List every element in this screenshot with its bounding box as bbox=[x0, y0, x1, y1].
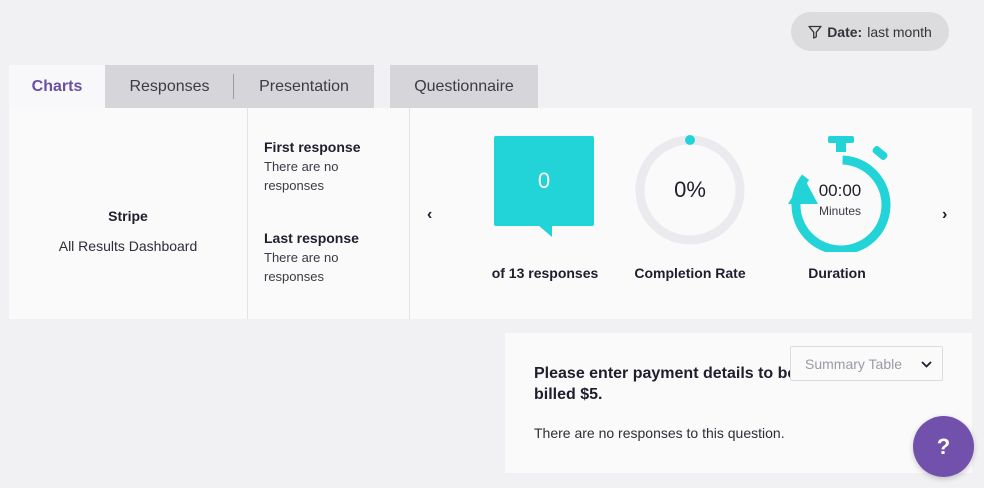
first-response: First response There are no responses bbox=[264, 139, 394, 195]
response-count-value: 0 bbox=[537, 168, 551, 193]
stats-panel: ‹ 0 of 13 responses 0% Completion Rate 0… bbox=[410, 108, 972, 319]
completion-rate-value: 0% bbox=[674, 177, 706, 202]
completion-rate-ring: 0% bbox=[634, 134, 746, 246]
response-dates: First response There are no responses La… bbox=[249, 108, 410, 319]
tab-responses[interactable]: Responses bbox=[105, 65, 234, 108]
completion-rate-label: Completion Rate bbox=[634, 265, 746, 281]
filter-icon bbox=[808, 25, 822, 39]
duration-label: Duration bbox=[808, 265, 866, 281]
date-filter-button[interactable]: Date: last month bbox=[791, 12, 949, 51]
view-type-value: Summary Table bbox=[805, 355, 903, 372]
help-button[interactable]: ? bbox=[913, 416, 974, 477]
duration-unit: Minutes bbox=[818, 204, 862, 218]
prev-arrow-button[interactable]: ‹ bbox=[427, 206, 432, 224]
date-filter-label: Date: bbox=[827, 23, 863, 40]
last-response-text: There are no responses bbox=[264, 250, 339, 284]
survey-subtitle: All Results Dashboard bbox=[58, 238, 198, 254]
stopwatch-icon: 00:00 Minutes bbox=[780, 134, 895, 255]
question-empty-text: There are no responses to this question. bbox=[534, 425, 785, 441]
response-count-bubble: 0 bbox=[494, 136, 594, 226]
tab-presentation[interactable]: Presentation bbox=[234, 65, 374, 108]
bubble-tail bbox=[538, 225, 552, 237]
first-response-text: There are no responses bbox=[264, 159, 339, 193]
question-card: Please enter payment details to be bille… bbox=[505, 333, 972, 473]
question-title: Please enter payment details to be bille… bbox=[534, 365, 797, 403]
response-count-label: of 13 responses bbox=[491, 265, 599, 281]
survey-name: Stripe bbox=[108, 208, 148, 224]
view-type-select[interactable]: Summary Table bbox=[790, 346, 943, 381]
help-icon: ? bbox=[936, 433, 951, 459]
last-response-title: Last response bbox=[264, 230, 359, 246]
tab-charts[interactable]: Charts bbox=[9, 65, 105, 109]
survey-info-panel: Stripe All Results Dashboard First respo… bbox=[9, 108, 410, 319]
chevron-down-icon bbox=[921, 357, 932, 371]
last-response: Last response There are no responses bbox=[264, 230, 394, 286]
duration-readout: 00:00 Minutes bbox=[788, 181, 892, 218]
first-response-title: First response bbox=[264, 139, 361, 155]
duration-value: 00:00 bbox=[818, 181, 862, 200]
date-filter-value: last month bbox=[867, 23, 932, 40]
survey-summary: Stripe All Results Dashboard bbox=[9, 108, 248, 319]
next-arrow-button[interactable]: › bbox=[942, 206, 947, 224]
tab-questionnaire[interactable]: Questionnaire bbox=[390, 65, 538, 108]
